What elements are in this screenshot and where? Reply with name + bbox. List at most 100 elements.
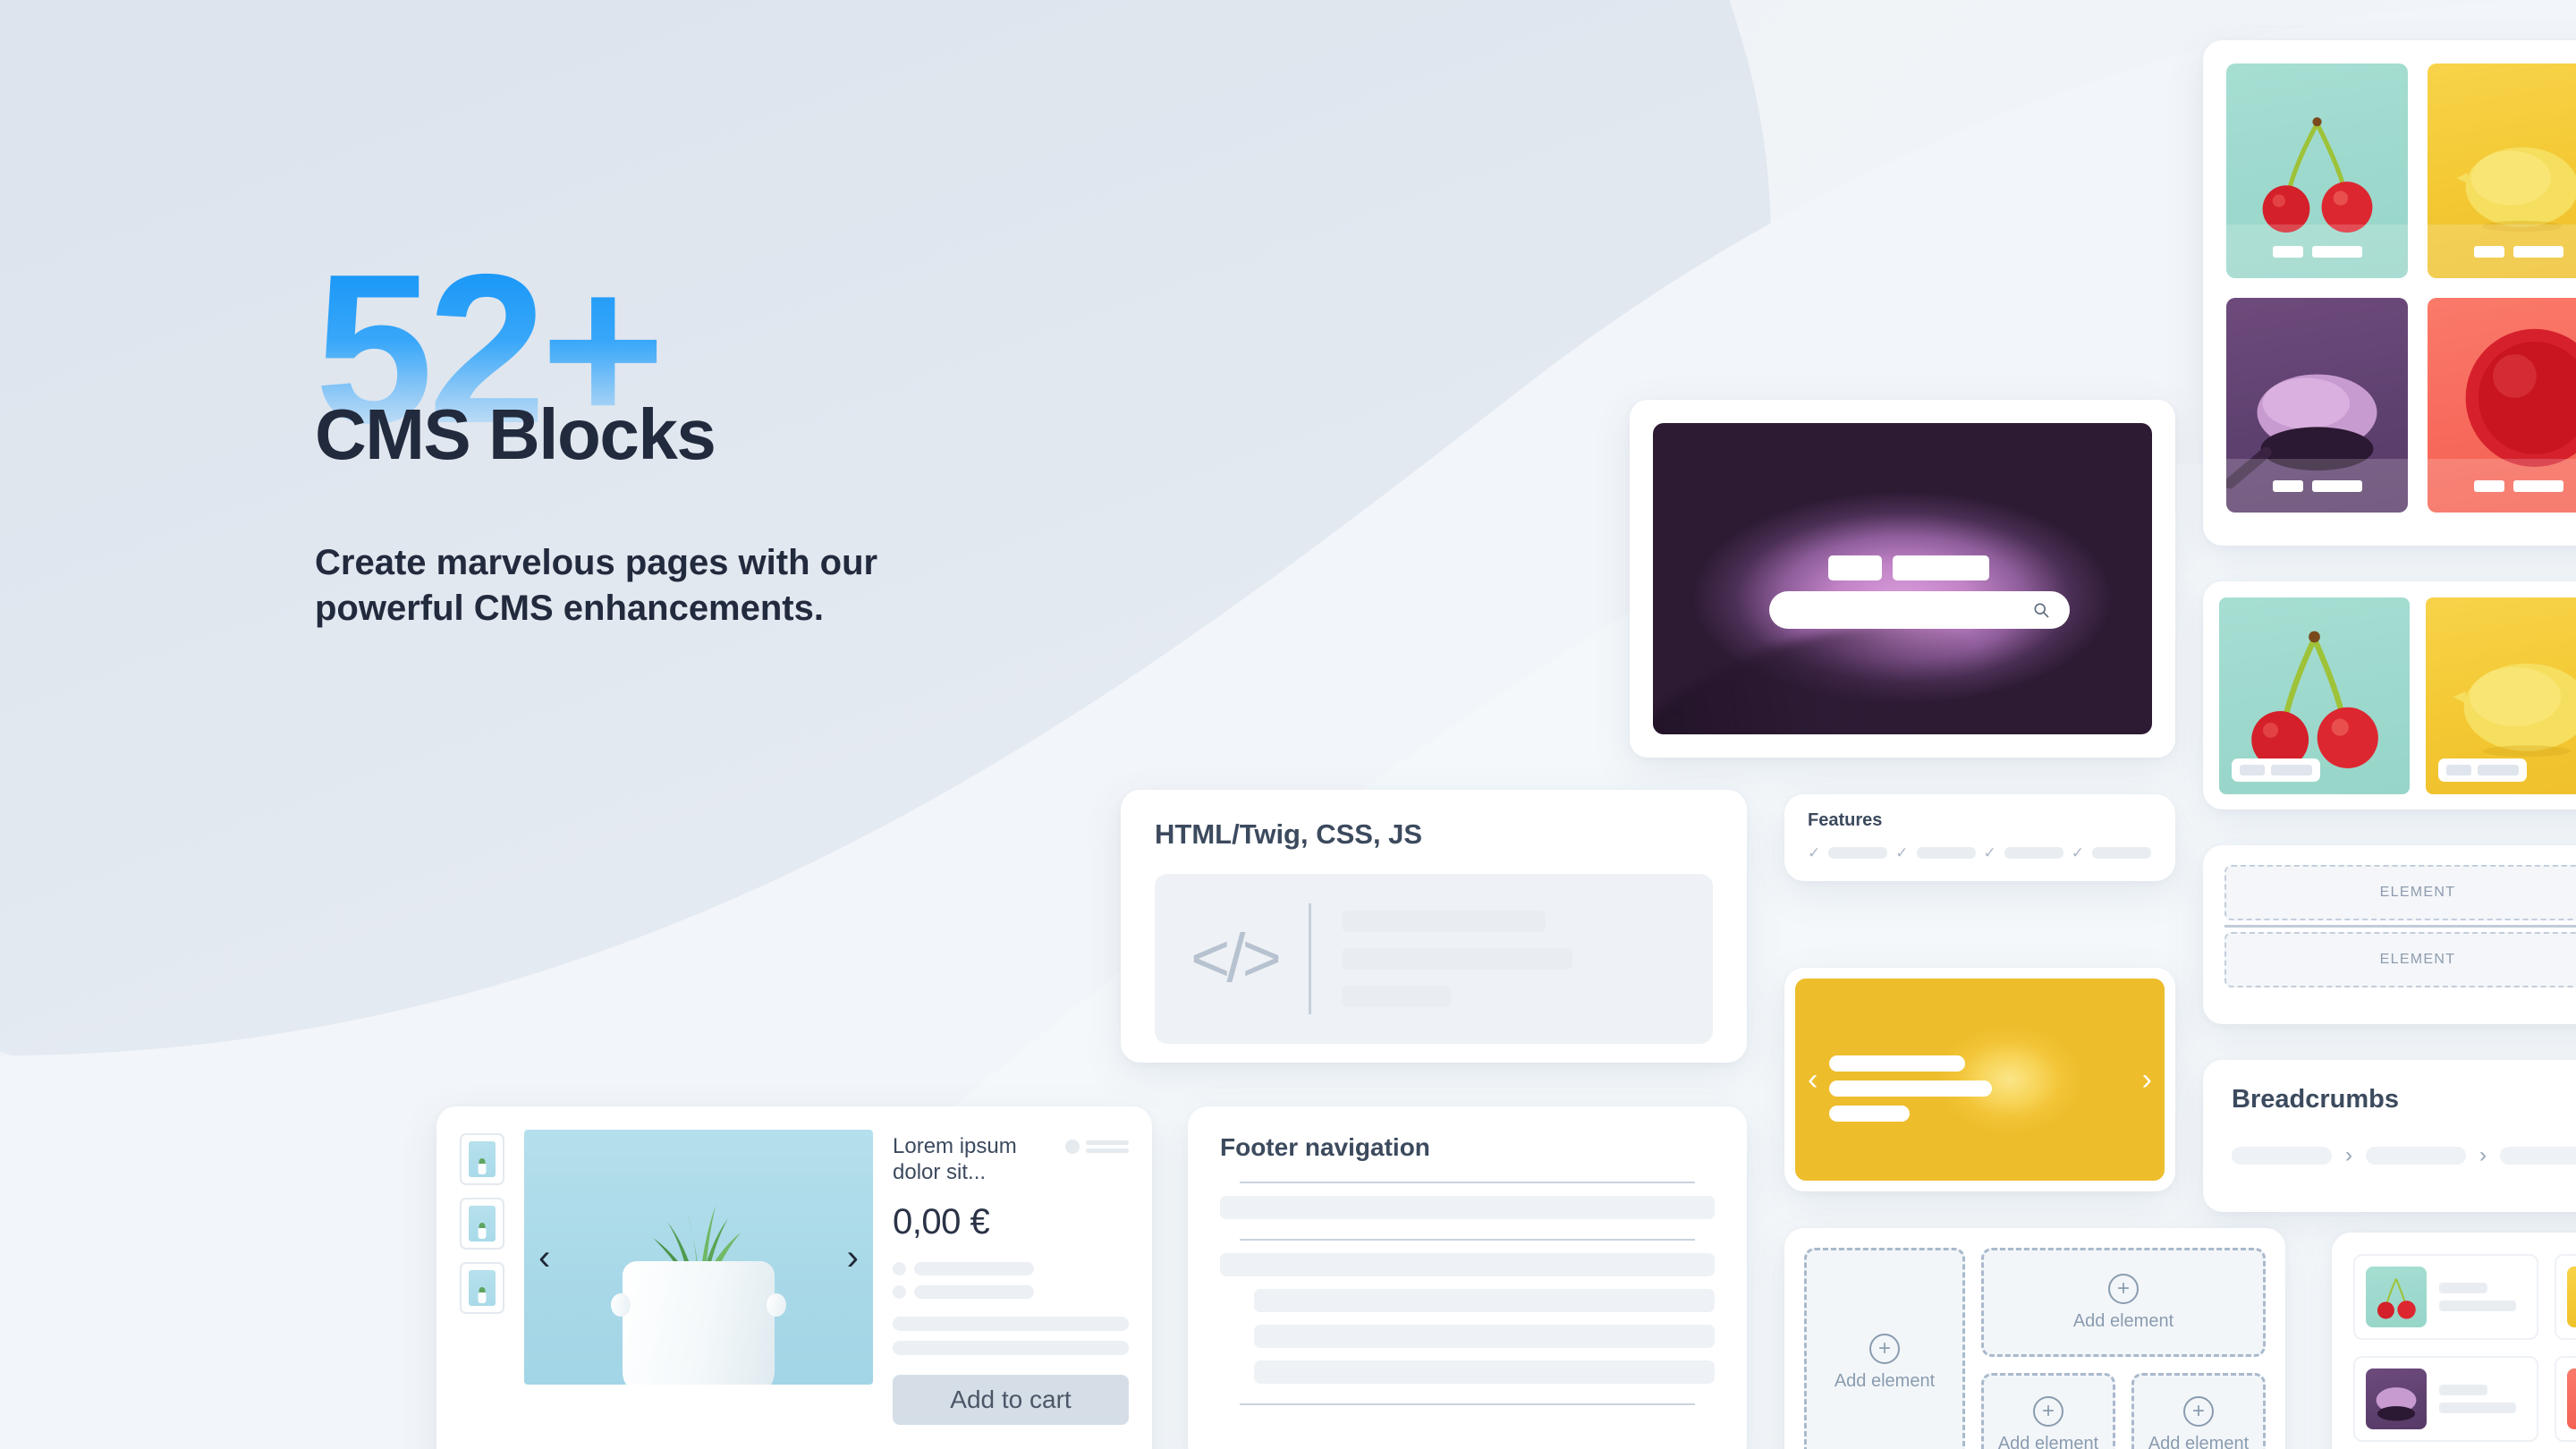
chevron-right-icon[interactable]: › bbox=[2142, 1064, 2152, 1095]
tile-caption bbox=[2438, 758, 2527, 782]
product-meta bbox=[893, 1316, 1129, 1355]
code-brackets-icon: </> bbox=[1191, 920, 1282, 996]
plus-circle-icon: + bbox=[2183, 1395, 2214, 1427]
add-element-slot[interactable]: + Add element bbox=[1804, 1248, 1965, 1449]
grid-tile-cherries[interactable] bbox=[2219, 597, 2410, 794]
ice-cream-image bbox=[1653, 423, 2152, 734]
placeholder-line bbox=[914, 1284, 1034, 1299]
divider bbox=[2224, 925, 2576, 928]
features-card[interactable]: Features ✓ ✓ ✓ ✓ bbox=[1784, 794, 2175, 881]
footer-card-title: Footer navigation bbox=[1220, 1133, 1430, 1161]
add-element-column: + Add element + Add element + Add elemen… bbox=[1981, 1248, 2266, 1449]
rating-placeholder bbox=[1065, 1133, 1129, 1154]
add-element-slot[interactable]: + Add element bbox=[1981, 1373, 2115, 1449]
product-thumbnail[interactable] bbox=[460, 1262, 504, 1314]
placeholder-line bbox=[893, 1340, 1129, 1355]
features-list: ✓ ✓ ✓ ✓ bbox=[1808, 845, 2152, 860]
product-options bbox=[893, 1261, 1129, 1299]
add-element-slot[interactable]: + Add element bbox=[2131, 1373, 2266, 1449]
product-name: Lorem ipsum dolor sit... bbox=[893, 1134, 1017, 1185]
placeholder-line bbox=[1254, 1325, 1715, 1348]
thumbnail-grid bbox=[2353, 1254, 2576, 1442]
add-element-label: Add element bbox=[2072, 1310, 2174, 1331]
divider bbox=[1240, 1182, 1695, 1183]
placeholder-line bbox=[1341, 911, 1546, 932]
code-preview: </> bbox=[1155, 874, 1713, 1044]
plant-thumbnail-image bbox=[469, 1141, 496, 1177]
breadcrumb-item[interactable] bbox=[2366, 1147, 2466, 1165]
add-element-label: Add element bbox=[2148, 1433, 2250, 1449]
white-pot-graphic bbox=[611, 1261, 786, 1385]
placeholder-bars bbox=[1086, 1140, 1129, 1153]
add-element-label: Add element bbox=[1997, 1433, 2099, 1449]
plant-thumbnail-image bbox=[469, 1270, 496, 1306]
breadcrumbs-card[interactable]: Breadcrumbs › › bbox=[2203, 1060, 2576, 1212]
product-thumbnail[interactable] bbox=[460, 1133, 504, 1185]
product-info: Lorem ipsum dolor sit... 0,00 € Add to c… bbox=[893, 1130, 1129, 1449]
product-thumbnail[interactable] bbox=[460, 1198, 504, 1250]
red-bowl-image bbox=[2567, 1368, 2576, 1429]
code-line-placeholders bbox=[1341, 911, 1572, 1007]
placeholder-line bbox=[1220, 1253, 1715, 1276]
list-item[interactable] bbox=[2353, 1356, 2538, 1442]
product-name-row: Lorem ipsum dolor sit... bbox=[893, 1133, 1129, 1186]
chevron-right-icon: › bbox=[2479, 1143, 2487, 1167]
element-placeholder-card[interactable]: ELEMENT ELEMENT bbox=[2203, 845, 2576, 1024]
element-slot[interactable]: ELEMENT bbox=[2224, 932, 2576, 987]
thumbnail-list-card[interactable] bbox=[2332, 1233, 2576, 1449]
product-option[interactable] bbox=[893, 1284, 1129, 1299]
tile-caption bbox=[2226, 459, 2408, 513]
add-element-row: + Add element + Add element bbox=[1981, 1373, 2266, 1449]
ice-cream-image bbox=[2376, 1387, 2417, 1421]
add-to-cart-button[interactable]: Add to cart bbox=[893, 1374, 1129, 1425]
image-grid bbox=[2226, 64, 2576, 513]
placeholder-pill bbox=[1828, 555, 1882, 580]
placeholder-line bbox=[1829, 1080, 1992, 1097]
grid-tile-red-bowl[interactable] bbox=[2428, 298, 2576, 513]
tile-caption bbox=[2226, 225, 2408, 278]
grid-tile-lemon[interactable] bbox=[2426, 597, 2576, 794]
check-icon: ✓ bbox=[2071, 844, 2084, 861]
carousel-text-placeholder bbox=[1829, 1055, 1992, 1122]
code-block-card[interactable]: HTML/Twig, CSS, JS </> bbox=[1121, 790, 1747, 1063]
element-slot[interactable]: ELEMENT bbox=[2224, 865, 2576, 920]
chevron-left-icon[interactable]: ‹ bbox=[538, 1240, 550, 1275]
chevron-right-icon[interactable]: › bbox=[847, 1240, 859, 1275]
radio-dot bbox=[893, 1261, 906, 1275]
hero-banner-card[interactable] bbox=[1630, 400, 2175, 758]
grid-tile-ice-cream[interactable] bbox=[2226, 298, 2408, 513]
image-grid-card[interactable] bbox=[2203, 40, 2576, 546]
list-item[interactable] bbox=[2353, 1254, 2538, 1340]
cherries-thumbnail bbox=[2366, 1267, 2427, 1327]
breadcrumb-item[interactable] bbox=[2232, 1147, 2332, 1165]
plus-circle-icon: + bbox=[2108, 1273, 2139, 1304]
add-element-slot[interactable]: + Add element bbox=[1981, 1248, 2266, 1357]
list-item[interactable] bbox=[2555, 1254, 2576, 1340]
add-element-card[interactable]: + Add element + Add element + Add elemen… bbox=[1784, 1228, 2285, 1449]
hero-section: 52+ CMS Blocks Create marvelous pages wi… bbox=[315, 242, 887, 632]
placeholder-dot bbox=[1065, 1140, 1080, 1154]
placeholder-line bbox=[914, 1261, 1034, 1275]
placeholder-line bbox=[1254, 1360, 1715, 1384]
banner-heading-placeholder bbox=[1828, 555, 1989, 580]
placeholder-line bbox=[1828, 847, 1888, 859]
product-thumbnail-list bbox=[460, 1130, 504, 1449]
list-item[interactable] bbox=[2555, 1356, 2576, 1442]
placeholder-line bbox=[1341, 986, 1451, 1007]
chevron-left-icon[interactable]: ‹ bbox=[1808, 1064, 1818, 1095]
tile-caption bbox=[2232, 758, 2320, 782]
placeholder-lines bbox=[2439, 1385, 2516, 1413]
product-detail-card[interactable]: ‹ › Lorem ipsum dolor sit... 0,00 € Add … bbox=[436, 1106, 1152, 1449]
image-grid-card-secondary[interactable] bbox=[2203, 581, 2576, 809]
grid-tile-lemon[interactable] bbox=[2428, 64, 2576, 278]
breadcrumb-item[interactable] bbox=[2500, 1147, 2576, 1165]
search-input[interactable] bbox=[1769, 591, 2070, 629]
check-icon: ✓ bbox=[1808, 844, 1821, 861]
grid-tile-cherries[interactable] bbox=[2226, 64, 2408, 278]
footer-navigation-card[interactable]: Footer navigation bbox=[1188, 1106, 1747, 1449]
product-option[interactable] bbox=[893, 1261, 1129, 1275]
image-grid bbox=[2219, 597, 2576, 794]
red-bowl-thumbnail bbox=[2567, 1368, 2576, 1429]
image-carousel-card[interactable]: ‹ › bbox=[1784, 968, 2175, 1191]
placeholder-line bbox=[1916, 847, 1976, 859]
